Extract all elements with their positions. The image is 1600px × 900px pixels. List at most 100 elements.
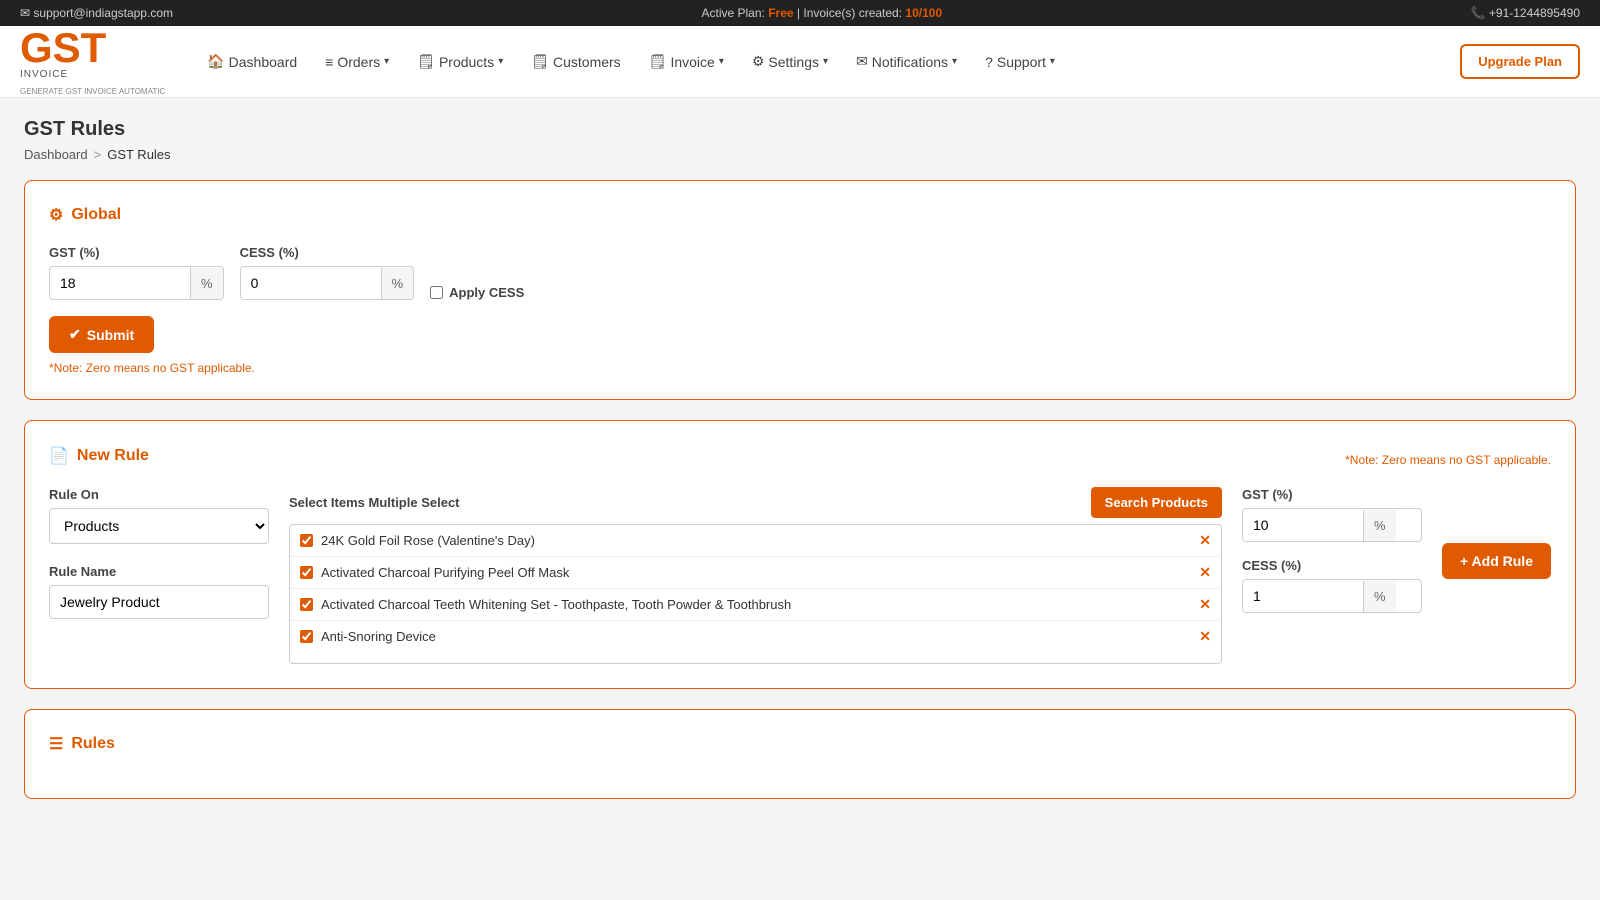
- nav-settings-label: Settings: [768, 54, 819, 70]
- nav-orders-label: Orders: [337, 54, 380, 70]
- upgrade-plan-button[interactable]: Upgrade Plan: [1460, 44, 1580, 79]
- rule-name-group: Rule Name: [49, 564, 269, 619]
- item-checkbox-1[interactable]: [300, 534, 313, 547]
- customers-icon: 🗒: [531, 53, 549, 70]
- breadcrumb-home[interactable]: Dashboard: [24, 147, 88, 162]
- gst-input[interactable]: 18: [50, 267, 190, 299]
- invoice-chevron-icon: ▾: [719, 56, 724, 67]
- rules-section-title: ☰ Rules: [49, 734, 1551, 754]
- cess-group: CESS (%) 0 %: [240, 245, 415, 300]
- apply-cess-label[interactable]: Apply CESS: [449, 285, 524, 300]
- support-chevron-icon: ▾: [1050, 56, 1055, 67]
- list-item: 24K Gold Foil Rose (Valentine's Day) ✕: [290, 525, 1221, 557]
- global-section-title: ⚙ Global: [49, 205, 1551, 225]
- orders-icon: ≡: [325, 54, 333, 70]
- submit-check-icon: ✔: [69, 326, 81, 343]
- support-icon: ?: [985, 54, 993, 70]
- nav-support[interactable]: ? Support ▾: [973, 46, 1067, 78]
- breadcrumb-separator: >: [94, 147, 102, 162]
- phone-number: 📞 +91-1244895490: [1471, 6, 1580, 20]
- products-icon: 🗒: [417, 53, 435, 70]
- cess-input-wrapper: 0 %: [240, 266, 415, 300]
- new-rule-gst-input-wrapper: %: [1242, 508, 1422, 542]
- rule-on-select[interactable]: Products Customers Categories: [49, 508, 269, 544]
- list-item: Anti-Snoring Device ✕: [290, 621, 1221, 652]
- global-note: *Note: Zero means no GST applicable.: [49, 361, 1551, 375]
- nav-notifications[interactable]: ✉ Notifications ▾: [844, 45, 969, 78]
- nav-notifications-label: Notifications: [872, 54, 948, 70]
- settings-icon: ⚙: [752, 53, 765, 70]
- global-icon: ⚙: [49, 205, 63, 225]
- rule-name-input[interactable]: [49, 585, 269, 619]
- item-remove-4[interactable]: ✕: [1199, 628, 1211, 645]
- rule-on-label: Rule On: [49, 487, 269, 502]
- nav-links: 🏠 Dashboard ≡ Orders ▾ 🗒 Products ▾ 🗒 Cu…: [195, 44, 1580, 79]
- nav-support-label: Support: [997, 54, 1046, 70]
- add-rule-button[interactable]: + Add Rule: [1442, 543, 1551, 579]
- navbar: GST INVOICE GENERATE GST INVOICE AUTOMAT…: [0, 26, 1600, 98]
- items-select-section: Select Items Multiple Select Search Prod…: [289, 487, 1222, 664]
- gst-group: GST (%) 18 %: [49, 245, 224, 300]
- cess-label: CESS (%): [240, 245, 415, 260]
- item-label-4: Anti-Snoring Device: [321, 629, 1191, 644]
- new-rule-gst-label: GST (%): [1242, 487, 1422, 502]
- gst-label: GST (%): [49, 245, 224, 260]
- new-rule-title: 📄 New Rule: [49, 446, 149, 466]
- breadcrumb-current: GST Rules: [107, 147, 170, 162]
- new-rule-cess-label: CESS (%): [1242, 558, 1422, 573]
- nav-invoice[interactable]: 🗒 Invoice ▾: [637, 45, 736, 78]
- new-rule-note: *Note: Zero means no GST applicable.: [1345, 453, 1551, 467]
- new-rule-header: 📄 New Rule *Note: Zero means no GST appl…: [49, 445, 1551, 467]
- nav-products-label: Products: [439, 54, 494, 70]
- new-rule-gst-cess-col: GST (%) % CESS (%) %: [1242, 487, 1422, 613]
- invoice-icon: 🗒: [649, 53, 667, 70]
- new-rule-form-row: Rule On Products Customers Categories Ru…: [49, 487, 1551, 664]
- new-rule-icon: 📄: [49, 446, 69, 466]
- item-label-3: Activated Charcoal Teeth Whitening Set -…: [321, 597, 1191, 612]
- new-rule-card: 📄 New Rule *Note: Zero means no GST appl…: [24, 420, 1576, 689]
- apply-cess-checkbox[interactable]: [430, 286, 443, 299]
- nav-invoice-label: Invoice: [670, 54, 714, 70]
- item-remove-3[interactable]: ✕: [1199, 596, 1211, 613]
- global-submit-button[interactable]: ✔ Submit: [49, 316, 154, 353]
- notifications-icon: ✉: [856, 53, 868, 70]
- nav-settings[interactable]: ⚙ Settings ▾: [740, 45, 840, 78]
- plan-info: Active Plan: Free | Invoice(s) created: …: [701, 6, 942, 20]
- page-content: GST Rules Dashboard > GST Rules ⚙ Global…: [0, 98, 1600, 819]
- item-checkbox-2[interactable]: [300, 566, 313, 579]
- logo-tagline: GENERATE GST INVOICE AUTOMATIC: [20, 87, 165, 96]
- gst-percent-icon: %: [190, 268, 223, 299]
- logo[interactable]: GST INVOICE GENERATE GST INVOICE AUTOMAT…: [20, 27, 165, 97]
- rule-name-label: Rule Name: [49, 564, 269, 579]
- nav-dashboard-label: Dashboard: [229, 54, 298, 70]
- notifications-chevron-icon: ▾: [952, 56, 957, 67]
- new-rule-gst-input[interactable]: [1243, 509, 1363, 541]
- search-products-button[interactable]: Search Products: [1091, 487, 1222, 518]
- nav-products[interactable]: 🗒 Products ▾: [405, 45, 515, 78]
- item-label-2: Activated Charcoal Purifying Peel Off Ma…: [321, 565, 1191, 580]
- cess-percent-icon: %: [381, 268, 414, 299]
- page-title: GST Rules: [24, 118, 1576, 141]
- products-chevron-icon: ▾: [498, 56, 503, 67]
- item-remove-1[interactable]: ✕: [1199, 532, 1211, 549]
- cess-input[interactable]: 0: [241, 267, 381, 299]
- new-rule-cess-input[interactable]: [1243, 580, 1363, 612]
- nav-dashboard[interactable]: 🏠 Dashboard: [195, 45, 309, 78]
- list-item: Activated Charcoal Purifying Peel Off Ma…: [290, 557, 1221, 589]
- rules-section-card: ☰ Rules: [24, 709, 1576, 799]
- nav-orders[interactable]: ≡ Orders ▾: [313, 46, 401, 78]
- new-rule-cess-percent-icon: %: [1363, 581, 1396, 612]
- rules-list-icon: ☰: [49, 734, 63, 754]
- items-list: 24K Gold Foil Rose (Valentine's Day) ✕ A…: [289, 524, 1222, 664]
- home-icon: 🏠: [207, 53, 224, 70]
- gst-input-wrapper: 18 %: [49, 266, 224, 300]
- item-checkbox-4[interactable]: [300, 630, 313, 643]
- new-rule-gst-percent-icon: %: [1363, 510, 1396, 541]
- item-checkbox-3[interactable]: [300, 598, 313, 611]
- top-bar: ✉ support@indiagstapp.com Active Plan: F…: [0, 0, 1600, 26]
- item-remove-2[interactable]: ✕: [1199, 564, 1211, 581]
- items-header: Select Items Multiple Select Search Prod…: [289, 487, 1222, 518]
- nav-customers[interactable]: 🗒 Customers: [519, 45, 632, 78]
- logo-gst-text: GST: [20, 27, 165, 69]
- new-rule-gst-group: GST (%) %: [1242, 487, 1422, 542]
